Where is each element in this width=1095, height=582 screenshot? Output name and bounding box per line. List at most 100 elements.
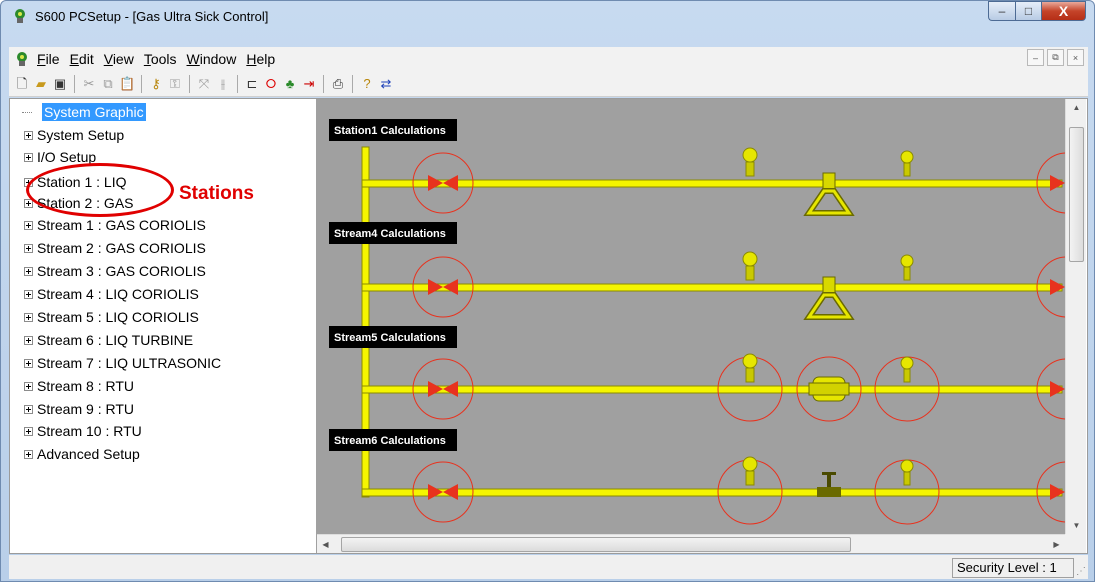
outlet-valve-icon (1050, 175, 1065, 191)
menu-window[interactable]: Window (187, 51, 237, 67)
toolbar-separator (189, 74, 190, 93)
paste-icon[interactable]: 📋 (119, 76, 135, 92)
cut-icon[interactable]: ✂ (81, 76, 97, 92)
stop-icon[interactable]: ⭘ (263, 76, 279, 92)
scroll-down-icon[interactable]: ▼ (1066, 517, 1087, 534)
expand-icon[interactable] (24, 130, 33, 140)
outlet-valve-icon (1050, 279, 1065, 295)
menu-tools[interactable]: Tools (144, 51, 177, 67)
horizontal-scroll-thumb[interactable] (341, 537, 851, 552)
toolbar-separator (237, 74, 238, 93)
run-pipe (361, 488, 1063, 497)
annotation-circle (26, 163, 174, 217)
document-icon[interactable] (13, 51, 31, 67)
expand-icon[interactable] (24, 266, 33, 276)
tree-item-stream-2[interactable]: Stream 2 : GAS CORIOLIS (24, 237, 206, 259)
swap-icon[interactable]: ⇄ (378, 76, 394, 92)
toolbar-separator (352, 74, 353, 93)
security-level-status: Security Level : 1 (952, 558, 1074, 578)
toolbar-separator (323, 74, 324, 93)
scrollbar-corner (1065, 534, 1086, 553)
menu-edit[interactable]: Edit (70, 51, 94, 67)
coriolis-meter-icon (806, 293, 852, 319)
inlet-valve-icon (428, 279, 443, 295)
pressure-transmitter-icon (745, 470, 755, 486)
status-bar: Security Level : 1 ⋰ (9, 555, 1088, 579)
transfer-icon[interactable]: ⇥ (301, 76, 317, 92)
expand-icon[interactable] (24, 449, 33, 459)
expand-icon[interactable] (24, 404, 33, 414)
toolbar-separator (74, 74, 75, 93)
tree-item-stream-8[interactable]: Stream 8 : RTU (24, 375, 134, 397)
inlet-valve-icon (443, 175, 458, 191)
expand-icon[interactable] (24, 358, 33, 368)
vertical-scrollbar[interactable]: ▲ ▼ (1065, 99, 1086, 534)
temperature-transmitter-icon (900, 150, 914, 164)
child-restore-button[interactable]: ⧉ (1047, 49, 1064, 66)
expand-icon[interactable] (24, 243, 33, 253)
menu-view[interactable]: View (104, 51, 134, 67)
inlet-valve-icon (443, 484, 458, 500)
system-graphic-canvas[interactable]: Station1 Calculations Stream4 Calculation… (317, 99, 1065, 534)
network-icon[interactable]: ⤧ (196, 76, 212, 92)
open-icon[interactable]: ▰ (33, 76, 49, 92)
pressure-transmitter-icon (742, 251, 758, 267)
ultrasonic-meter-icon (827, 474, 831, 487)
child-close-button[interactable]: × (1067, 49, 1084, 66)
tree-item-stream-1[interactable]: Stream 1 : GAS CORIOLIS (24, 214, 206, 236)
copy-icon[interactable]: ⧉ (100, 76, 116, 92)
title-bar[interactable]: S600 PCSetup - [Gas Ultra Sick Control] … (1, 1, 1094, 31)
expand-icon[interactable] (24, 289, 33, 299)
child-minimize-button[interactable]: – (1027, 49, 1044, 66)
scroll-up-icon[interactable]: ▲ (1066, 99, 1087, 116)
run-pipe (361, 385, 1063, 394)
tree-item-stream-9[interactable]: Stream 9 : RTU (24, 398, 134, 420)
expand-icon[interactable] (24, 381, 33, 391)
key-icon[interactable]: ⚷ (148, 76, 164, 92)
calc-label: Station1 Calculations (334, 125, 446, 137)
help-icon[interactable]: ? (359, 76, 375, 92)
vertical-scroll-thumb[interactable] (1069, 127, 1084, 262)
lock-icon[interactable]: ⚿ (167, 76, 183, 92)
inlet-valve-icon (443, 381, 458, 397)
tree-item-stream-6[interactable]: Stream 6 : LIQ TURBINE (24, 329, 193, 351)
application-window: S600 PCSetup - [Gas Ultra Sick Control] … (0, 0, 1095, 582)
expand-icon[interactable] (24, 220, 33, 230)
pipeline-diagram: Station1 Calculations Stream4 Calculation… (329, 119, 1065, 525)
expand-icon[interactable] (24, 335, 33, 345)
run-pipe (361, 283, 1063, 292)
close-button[interactable]: X (1041, 1, 1086, 21)
menu-file[interactable]: File (37, 51, 60, 67)
new-icon[interactable]: 🗋 (14, 76, 30, 92)
tree-connector (22, 112, 32, 113)
save-icon[interactable]: ▣ (52, 76, 68, 92)
expand-icon[interactable] (24, 312, 33, 322)
tree-item-stream-3[interactable]: Stream 3 : GAS CORIOLIS (24, 260, 206, 282)
tree-icon[interactable]: ♣ (282, 76, 298, 92)
expand-icon[interactable] (24, 426, 33, 436)
scroll-left-icon[interactable]: ◀ (317, 535, 334, 554)
tree-item-stream-4[interactable]: Stream 4 : LIQ CORIOLIS (24, 283, 199, 305)
calc-label: Stream4 Calculations (334, 228, 446, 240)
tree-item-stream-5[interactable]: Stream 5 : LIQ CORIOLIS (24, 306, 199, 328)
expand-icon[interactable] (24, 152, 33, 162)
resize-grip-icon[interactable]: ⋰ (1076, 566, 1086, 577)
menu-help[interactable]: Help (246, 51, 275, 67)
tree-item-stream-10[interactable]: Stream 10 : RTU (24, 420, 142, 442)
outlet-valve-icon (1050, 381, 1065, 397)
ultrasonic-meter-icon (817, 487, 841, 497)
scroll-right-icon[interactable]: ▶ (1048, 535, 1065, 554)
minimize-button[interactable]: – (988, 1, 1015, 21)
tree-item-system-graphic[interactable]: System Graphic (22, 101, 146, 123)
coriolis-meter-icon (806, 189, 852, 215)
outlet-valve-icon (1050, 484, 1065, 500)
maximize-button[interactable]: □ (1015, 1, 1041, 21)
tree-item-advanced-setup[interactable]: Advanced Setup (24, 443, 140, 465)
print-icon[interactable]: ⎙ (330, 76, 346, 92)
meter-icon[interactable]: ⫲ (215, 76, 231, 92)
tree-item-stream-7[interactable]: Stream 7 : LIQ ULTRASONIC (24, 352, 221, 374)
connect-icon[interactable]: ⊏ (244, 76, 260, 92)
tree-item-system-setup[interactable]: System Setup (24, 124, 124, 146)
horizontal-scrollbar[interactable]: ◀ ▶ (317, 534, 1065, 553)
temperature-transmitter-icon (900, 254, 914, 268)
